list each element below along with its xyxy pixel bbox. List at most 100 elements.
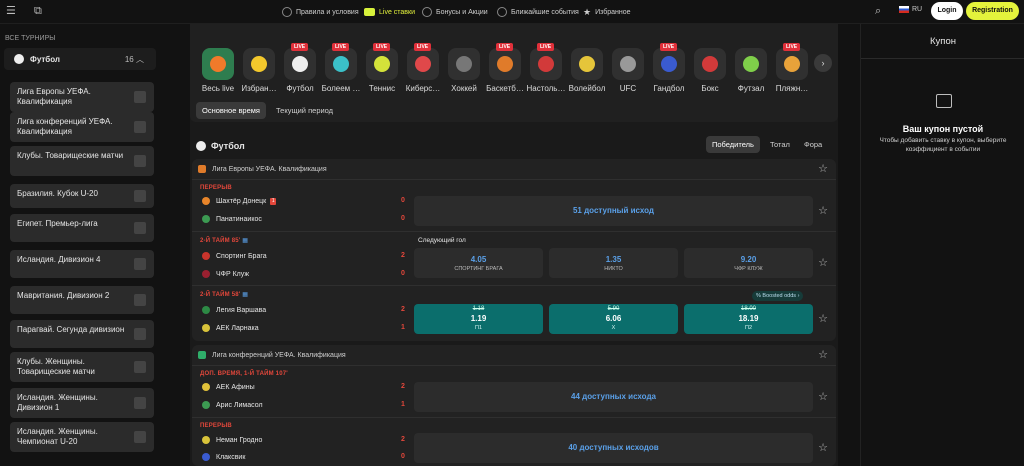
sport-tab[interactable]: LIVE Пляжн… — [772, 43, 812, 93]
checkbox[interactable] — [134, 431, 146, 443]
match-status: ДОП. ВРЕМЯ, 1-Й ТАЙМ 107' — [200, 371, 288, 377]
away-team[interactable]: АЕК Ларнака — [202, 324, 259, 332]
checkbox[interactable] — [134, 328, 146, 340]
nav-favorites[interactable]: ★ Избранное — [583, 0, 631, 24]
language-selector[interactable]: RU — [899, 6, 922, 13]
sport-tab[interactable]: Волейбол — [567, 48, 607, 93]
boosted-odds-button[interactable]: 5.90 6.06 Х — [549, 304, 678, 334]
boosted-odds-badge[interactable]: % Boosted odds › — [752, 291, 804, 301]
sport-tab[interactable]: LIVE Гандбол — [649, 43, 689, 93]
rules-icon — [282, 7, 292, 17]
odds-button[interactable]: 1.35 НИКТО — [549, 248, 678, 278]
sport-tab[interactable]: Хоккей — [444, 48, 484, 93]
sport-tab[interactable]: LIVE Киберс… — [403, 43, 443, 93]
odds-label: НИКТО — [604, 266, 623, 272]
sidebar-tournament-item[interactable]: Лига конференций УЕФА. Квалификация — [10, 112, 154, 142]
period-main[interactable]: Основное время — [196, 102, 266, 119]
boosted-odds-button[interactable]: 18.00 18.19 П2 — [684, 304, 813, 334]
sport-tab[interactable]: LIVE Баскетб… — [485, 43, 525, 93]
market-total[interactable]: Тотал — [764, 136, 796, 153]
home-team[interactable]: Спортинг Брага — [202, 252, 267, 260]
coupon-hint: Чтобы добавить ставку в купон, выберите … — [879, 137, 1007, 153]
nav-rules[interactable]: Правила и условия — [282, 0, 359, 24]
sport-glyph-icon — [292, 56, 308, 72]
favorite-star-icon[interactable]: ☆ — [817, 442, 829, 454]
odds-value: 18.19 — [738, 314, 759, 323]
nav-live[interactable]: Live ставки — [364, 0, 415, 24]
favorite-star-icon[interactable]: ☆ — [817, 391, 829, 403]
nav-upcoming[interactable]: Ближайшие события — [497, 0, 579, 24]
odds-button[interactable]: 4.05 СПОРТИНГ БРАГА — [414, 248, 543, 278]
nav-bonuses[interactable]: Бонусы и Акции — [422, 0, 488, 24]
sidebar-tournament-item[interactable]: Лига Европы УЕФА. Квалификация — [10, 82, 154, 112]
sport-tab[interactable]: Бокс — [690, 48, 730, 93]
away-team[interactable]: Клаксвик — [202, 453, 245, 461]
sidebar-tournament-item[interactable]: Исландия. Женщины. Чемпионат U-20 — [10, 422, 154, 452]
match-status: 2-Й ТАЙМ 58' ▦ — [200, 291, 248, 298]
away-team[interactable]: Панатинаикос — [202, 215, 262, 223]
favorite-star-icon[interactable]: ☆ — [817, 257, 829, 269]
old-odds-value: 1.18 — [472, 306, 485, 312]
sport-glyph-icon — [497, 56, 513, 72]
favorite-star-icon[interactable]: ☆ — [817, 163, 829, 175]
away-team[interactable]: Арис Лимасол — [202, 401, 263, 409]
sidebar-tournament-item[interactable]: Клубы. Женщины. Товарищеские матчи — [10, 352, 154, 382]
favorite-star-icon[interactable]: ☆ — [817, 205, 829, 217]
market-winner[interactable]: Победитель — [706, 136, 760, 153]
home-team[interactable]: Неман Гродно — [202, 436, 262, 444]
home-team[interactable]: Шахтёр Донецк 1 — [202, 197, 277, 205]
odds-button[interactable]: 9.20 ЧФР КЛУЖ — [684, 248, 813, 278]
sport-icon — [735, 48, 767, 80]
checkbox[interactable] — [134, 222, 146, 234]
checkbox[interactable] — [134, 121, 146, 133]
sport-tab[interactable]: LIVE Теннис — [362, 43, 402, 93]
collapse-icon[interactable]: ⧉ — [34, 5, 46, 17]
sidebar-tournament-item[interactable]: Мавритания. Дивизион 2 — [10, 286, 154, 314]
checkbox[interactable] — [134, 155, 146, 167]
sport-tab[interactable]: Весь live — [198, 48, 238, 93]
more-outcomes-button[interactable]: 51 доступный исход — [414, 196, 813, 226]
sidebar-tournament-item[interactable]: Исландия. Дивизион 4 — [10, 250, 154, 278]
sidebar-tournament-item[interactable]: Египет. Премьер-лига — [10, 214, 154, 242]
sport-icon: LIVE — [325, 43, 357, 80]
checkbox[interactable] — [134, 361, 146, 373]
period-current[interactable]: Текущий период — [270, 102, 339, 119]
stats-icon[interactable]: ▦ — [242, 292, 248, 298]
carousel-next-button[interactable]: › — [814, 54, 832, 72]
sport-tab-label: Футзал — [737, 84, 765, 93]
menu-icon[interactable]: ☰ — [6, 5, 18, 17]
sidebar-tournament-item[interactable]: Клубы. Товарищеские матчи — [10, 146, 154, 176]
sidebar-sport-football[interactable]: Футбол 16 ︿ — [4, 48, 156, 70]
sport-tab-label: Избран… — [241, 84, 277, 93]
sidebar-tournament-item[interactable]: Бразилия. Кубок U-20 — [10, 184, 154, 208]
sidebar-tournament-item[interactable]: Парагвай. Сегунда дивизион — [10, 320, 154, 348]
checkbox[interactable] — [134, 91, 146, 103]
checkbox[interactable] — [134, 190, 146, 202]
stats-icon[interactable]: ▦ — [242, 238, 248, 244]
register-button[interactable]: Registration — [966, 2, 1019, 20]
sidebar-tournament-label: Лига Европы УЕФА. Квалификация — [17, 87, 91, 106]
sidebar-tournament-item[interactable]: Исландия. Женщины. Дивизион 1 — [10, 388, 154, 418]
search-icon[interactable]: ⌕ — [875, 5, 887, 17]
login-button[interactable]: Login — [931, 2, 963, 20]
sport-glyph-icon — [210, 56, 226, 72]
more-outcomes-button[interactable]: 40 доступных исходов — [414, 433, 813, 463]
home-team[interactable]: Легия Варшава — [202, 306, 266, 314]
away-team[interactable]: ЧФР Клуж — [202, 270, 249, 278]
live-events-panel: Весь live Избран… LIVE Футбол LIVE Болеем … LI… — [190, 24, 838, 466]
favorite-star-icon[interactable]: ☆ — [817, 313, 829, 325]
sport-tab[interactable]: UFC — [608, 48, 648, 93]
checkbox[interactable] — [134, 397, 146, 409]
sport-tab[interactable]: LIVE Настоль… — [526, 43, 566, 93]
favorite-star-icon[interactable]: ☆ — [817, 349, 829, 361]
sport-tab[interactable]: LIVE Футбол — [280, 43, 320, 93]
sport-tab[interactable]: Футзал — [731, 48, 771, 93]
home-team[interactable]: АЕК Афины — [202, 383, 255, 391]
boosted-odds-button[interactable]: 1.18 1.19 П1 — [414, 304, 543, 334]
sport-tab[interactable]: LIVE Болеем … — [321, 43, 361, 93]
checkbox[interactable] — [134, 294, 146, 306]
checkbox[interactable] — [134, 258, 146, 270]
market-handicap[interactable]: Фора — [798, 136, 828, 153]
sport-tab[interactable]: Избран… — [239, 48, 279, 93]
more-outcomes-button[interactable]: 44 доступных исхода — [414, 382, 813, 412]
